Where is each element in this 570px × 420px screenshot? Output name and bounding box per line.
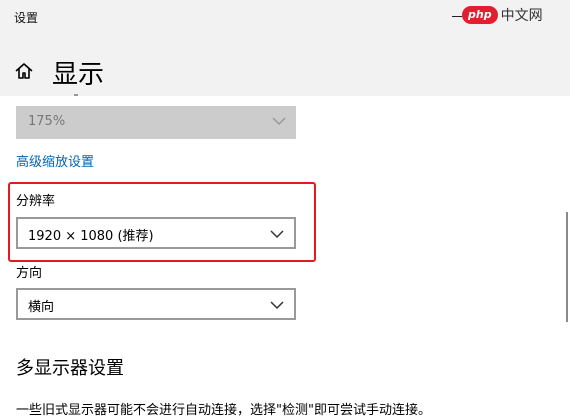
advanced-scaling-link[interactable]: 高级缩放设置 [16, 151, 94, 170]
chevron-down-icon [270, 301, 284, 310]
page-header: 显示 [0, 36, 570, 96]
watermark-logo: php [462, 6, 498, 24]
resolution-value: 1920 × 1080 (推荐) [28, 229, 154, 244]
multi-display-description: 一些旧式显示器可能不会进行自动连接，选择"检测"即可尝试手动连接。 [16, 403, 431, 418]
chevron-down-icon [272, 117, 286, 126]
watermark-text: 中文网 [500, 8, 543, 24]
resolution-dropdown[interactable]: 1920 × 1080 (推荐) [16, 217, 296, 249]
orientation-dropdown[interactable]: 横向 [16, 288, 296, 320]
multi-display-heading: 多显示器设置 [16, 358, 124, 379]
watermark: php 中文网 [462, 4, 543, 26]
page-title: 显示 [52, 60, 105, 90]
scroll-indicator [74, 94, 78, 96]
home-icon[interactable] [14, 61, 34, 81]
minimize-icon [452, 15, 462, 17]
app-title: 设置 [14, 11, 39, 25]
orientation-label: 方向 [16, 266, 43, 281]
scrollbar[interactable] [566, 212, 568, 322]
scale-dropdown[interactable]: 175% [16, 106, 296, 139]
scale-value: 175% [28, 114, 66, 129]
title-bar: 设置 php 中文网 [0, 0, 570, 36]
chevron-down-icon [270, 230, 284, 239]
resolution-label: 分辨率 [16, 194, 56, 209]
orientation-value: 横向 [28, 300, 55, 315]
